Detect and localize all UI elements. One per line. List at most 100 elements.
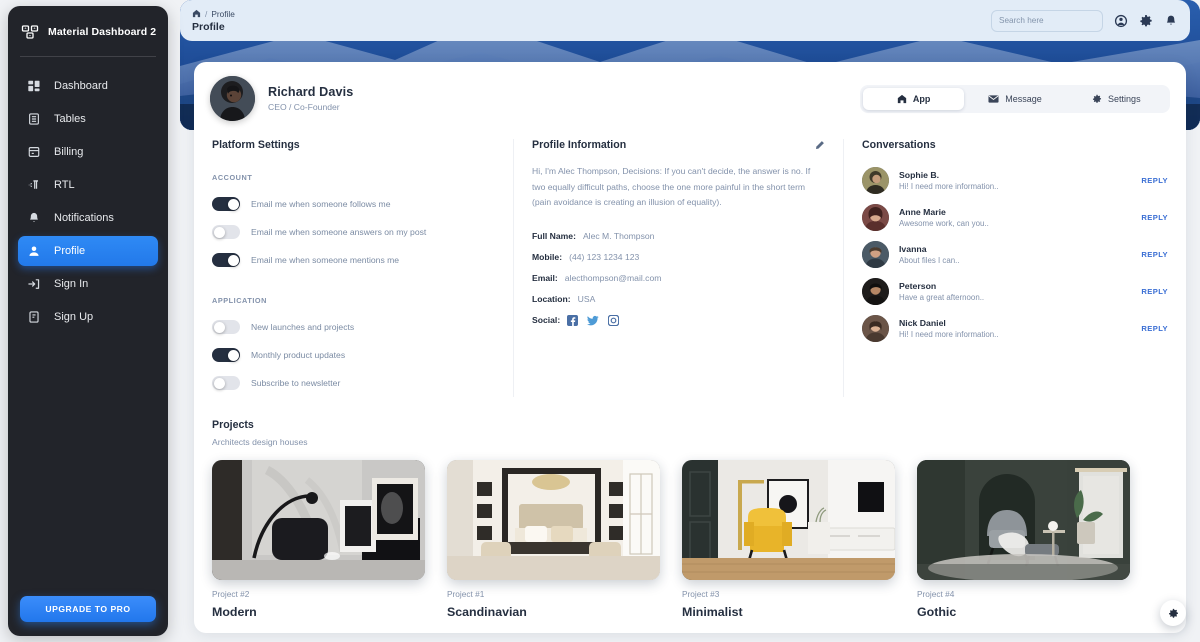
profile-information-title: Profile Information: [532, 139, 825, 151]
conversation-text: Ivanna About files I can..: [899, 244, 960, 265]
conversation-message: About files I can..: [899, 256, 960, 265]
sidebar-item-sign-in[interactable]: Sign In: [18, 269, 158, 299]
avatar[interactable]: [210, 76, 255, 121]
brand[interactable]: Material Dashboard 2: [8, 6, 168, 56]
conversation-item[interactable]: Sophie B. Hi! I need more information.. …: [862, 167, 1168, 194]
reply-button[interactable]: REPLY: [1141, 287, 1168, 296]
home-icon[interactable]: [192, 9, 201, 18]
twitter-icon[interactable]: [587, 315, 599, 326]
sidebar-item-rtl[interactable]: RTL: [18, 170, 158, 200]
tab-settings[interactable]: Settings: [1066, 88, 1167, 110]
rtl-icon: [26, 177, 42, 193]
conversation-item[interactable]: Nick Daniel Hi! I need more information.…: [862, 315, 1168, 342]
conversation-text: Peterson Have a great afternoon..: [899, 281, 984, 302]
topbar: / Profile Profile: [180, 0, 1190, 41]
sidebar-nav: Dashboard Tables Billing RTL Notificatio…: [8, 71, 168, 333]
sidebar: Material Dashboard 2 Dashboard Tables Bi…: [8, 6, 168, 636]
facebook-icon[interactable]: [567, 314, 579, 326]
toggle-email-mentions[interactable]: [212, 253, 240, 267]
sidebar-item-tables[interactable]: Tables: [18, 104, 158, 134]
sidebar-item-billing[interactable]: Billing: [18, 137, 158, 167]
toggle-newsletter[interactable]: [212, 376, 240, 390]
project-name: Gothic: [917, 605, 957, 619]
upgrade-to-pro-button[interactable]: UPGRADE TO PRO: [20, 596, 156, 622]
tab-app[interactable]: App: [863, 87, 965, 110]
conversation-text: Anne Marie Awesome work, can you..: [899, 207, 989, 228]
setting-row: New launches and projects: [212, 313, 495, 341]
search-input[interactable]: [999, 16, 1095, 25]
breadcrumb-separator: /: [205, 8, 208, 19]
project-number: Project #3: [682, 589, 720, 599]
toggle-email-answers[interactable]: [212, 225, 240, 239]
page-title: Profile: [192, 20, 225, 33]
breadcrumb-current[interactable]: Profile: [211, 9, 235, 19]
conversation-item[interactable]: Ivanna About files I can.. REPLY: [862, 241, 1168, 268]
breadcrumb-line: / Profile: [192, 9, 235, 19]
sidebar-item-label: Dashboard: [54, 80, 108, 92]
projects-subtitle: Architects design houses: [212, 437, 308, 447]
reply-button[interactable]: REPLY: [1141, 213, 1168, 222]
info-row-email: Email: alecthompson@mail.com: [532, 273, 825, 283]
info-key: Social:: [532, 315, 561, 326]
info-row-mobile: Mobile: (44) 123 1234 123: [532, 252, 825, 262]
sidebar-item-label: Notifications: [54, 212, 114, 224]
account-icon[interactable]: [1114, 14, 1128, 28]
reply-button[interactable]: REPLY: [1141, 324, 1168, 333]
sidebar-item-notifications[interactable]: Notifications: [18, 203, 158, 233]
setting-row: Subscribe to newsletter: [212, 369, 495, 397]
sidebar-item-profile[interactable]: Profile: [18, 236, 158, 266]
conversation-item[interactable]: Anne Marie Awesome work, can you.. REPLY: [862, 204, 1168, 231]
platform-settings-title: Platform Settings: [212, 139, 300, 151]
social-links: [567, 314, 620, 326]
conversation-message: Have a great afternoon..: [899, 293, 985, 302]
gear-icon[interactable]: [1139, 14, 1153, 28]
billing-icon: [26, 144, 42, 160]
sidebar-item-label: Sign Up: [54, 311, 94, 323]
project-card[interactable]: Project #1 Scandinavian: [447, 460, 660, 619]
sidebar-item-dashboard[interactable]: Dashboard: [18, 71, 158, 101]
toggle-monthly-updates[interactable]: [212, 348, 240, 362]
conversation-name: Nick Daniel: [899, 318, 946, 328]
sidebar-item-sign-up[interactable]: Sign Up: [18, 302, 158, 332]
tab-label: Message: [1005, 93, 1042, 104]
sidebar-item-label: RTL: [54, 179, 75, 191]
toggle-new-launches[interactable]: [212, 320, 240, 334]
setting-row: Email me when someone answers on my post: [212, 218, 495, 246]
project-image-scandinavian: [447, 460, 660, 580]
conversation-name: Peterson: [899, 281, 937, 291]
info-row-social: Social:: [532, 314, 825, 326]
project-image-gothic: [917, 460, 1130, 580]
conversation-text: Sophie B. Hi! I need more information..: [899, 170, 999, 191]
pencil-icon[interactable]: [814, 140, 825, 151]
search-box[interactable]: [991, 9, 1103, 32]
toggle-knob: [213, 377, 225, 389]
reply-button[interactable]: REPLY: [1141, 176, 1168, 185]
toggle-knob: [227, 254, 239, 266]
reply-button[interactable]: REPLY: [1141, 250, 1168, 259]
toggle-email-follows[interactable]: [212, 197, 240, 211]
gear-icon: [1093, 94, 1102, 103]
main-area: / Profile Profile Search here Richard Da…: [180, 0, 1200, 642]
info-row-full-name: Full Name: Alec M. Thompson: [532, 231, 825, 241]
project-card[interactable]: Project #4 Gothic: [917, 460, 1130, 619]
profile-header: Richard Davis CEO / Co-Founder App Messa…: [194, 62, 1186, 133]
profile-information-title-text: Profile Information: [532, 139, 627, 151]
toggle-knob: [227, 198, 239, 210]
tab-label: App: [912, 93, 931, 104]
conversation-item[interactable]: Peterson Have a great afternoon.. REPLY: [862, 278, 1168, 305]
project-number: Project #1: [447, 589, 485, 599]
mail-icon: [988, 94, 999, 103]
instagram-icon[interactable]: [608, 314, 620, 326]
dashboard-icon: [26, 78, 42, 94]
settings-fab-button[interactable]: [1160, 600, 1186, 626]
project-card[interactable]: Project #3 Minimalist: [682, 460, 895, 619]
info-row-location: Location: USA: [532, 294, 825, 304]
tab-message[interactable]: Message: [964, 88, 1065, 110]
project-name: Scandinavian: [447, 605, 527, 619]
info-key: Location:: [532, 293, 571, 304]
project-card[interactable]: Project #2 Modern: [212, 460, 425, 619]
bell-icon[interactable]: [1164, 14, 1178, 28]
profile-role: CEO / Co-Founder: [268, 102, 340, 112]
info-value: (44) 123 1234 123: [569, 251, 640, 262]
